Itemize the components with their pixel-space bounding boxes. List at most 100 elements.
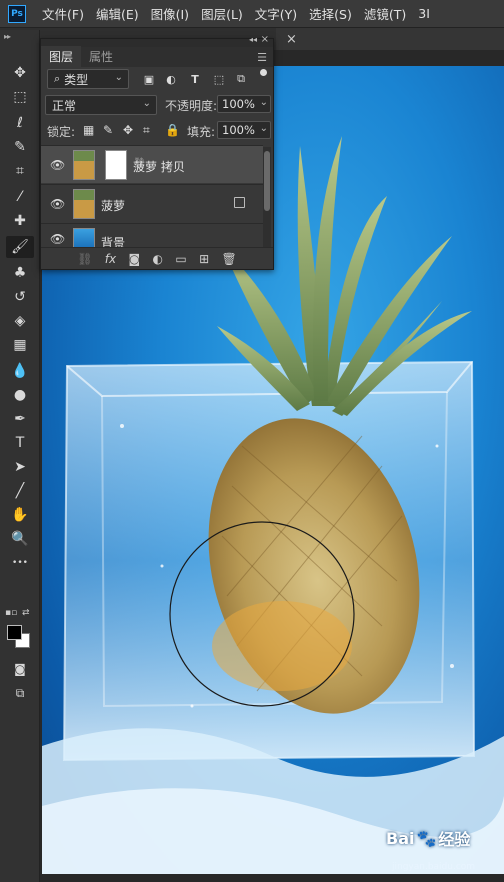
lasso-tool-icon[interactable]: ℓ (6, 112, 34, 134)
blur-tool-icon[interactable]: 💧 (6, 360, 34, 382)
menu-bar: Ps 文件(F) 编辑(E) 图像(I) 图层(L) 文字(Y) 选择(S) 滤… (0, 0, 504, 28)
chevron-down-icon: ⌄ (259, 97, 268, 108)
collapse-panel-icon[interactable]: ▸▸ (4, 32, 11, 41)
hand-tool-icon[interactable]: ✋ (6, 504, 34, 526)
paw-icon: 🐾 (416, 828, 437, 848)
tools-panel: ▸▸ ✥ ⬚ ℓ ✎ ⌗ ⁄ ✚ 🖌 ♣ ↺ ◈ ▦ 💧 ● ✒ T ➤ ╱ ✋ 🔍 ••• ▪▫ ⇄ ◙ ⧉ (0, 30, 40, 882)
move-tool-icon[interactable]: ✥ (6, 62, 34, 84)
menu-image[interactable]: 图像(I) (151, 4, 189, 23)
opacity-label: 不透明度: (165, 99, 218, 113)
panel-menu-icon[interactable]: ☰ (257, 51, 267, 64)
blend-mode-select[interactable]: 正常 ⌄ (45, 95, 157, 115)
lock-label: 锁定: (47, 125, 76, 139)
panel-tabs: 图层 属性 ☰ (41, 46, 273, 67)
chevron-down-icon: ⌄ (114, 72, 123, 83)
zoom-tool-icon[interactable]: 🔍 (6, 528, 34, 550)
watermark-brand-2: 经验 (438, 830, 471, 849)
opacity-input[interactable]: 100% ⌄ (217, 95, 271, 113)
tab-layers[interactable]: 图层 (41, 46, 82, 67)
menu-layer[interactable]: 图层(L) (201, 4, 243, 23)
pen-tool-icon[interactable]: ✒ (6, 408, 34, 430)
menu-file[interactable]: 文件(F) (42, 4, 84, 23)
group-folder-icon[interactable]: ▭ (175, 252, 186, 266)
layer-filter-value: 类型 (64, 72, 89, 87)
layer-name: 菠萝 (101, 199, 126, 213)
line-tool-icon[interactable]: ╱ (6, 480, 34, 502)
new-layer-icon[interactable]: ⊞ (199, 252, 209, 266)
more-tools-icon[interactable]: ••• (6, 552, 34, 574)
layer-name: 背景 (101, 236, 126, 247)
eraser-tool-icon[interactable]: ◈ (6, 310, 34, 332)
foreground-color-swatch[interactable] (7, 625, 22, 640)
lock-all-icon[interactable]: 🔒 (165, 123, 180, 137)
layer-style-icon[interactable]: fx (105, 252, 116, 266)
layer-mask-thumbnail[interactable] (105, 150, 127, 180)
chevron-down-icon: ⌄ (142, 98, 151, 109)
search-icon: ⌕ (54, 72, 61, 85)
lock-position-icon[interactable]: ✥ (123, 123, 133, 137)
visibility-eye-icon[interactable]: 👁 (50, 197, 65, 211)
watermark-url: jingyan.baidu.com (392, 862, 476, 872)
link-layers-icon[interactable]: ⛓ (77, 252, 92, 266)
healing-brush-tool-icon[interactable]: ✚ (6, 210, 34, 232)
layers-panel-footer: ⛓ fx ◙ ◐ ▭ ⊞ 🗑 (41, 247, 273, 269)
screen-mode-icon[interactable]: ⧉ (6, 682, 34, 704)
type-filter-icon[interactable]: T (187, 71, 203, 87)
layer-thumbnail (73, 228, 95, 247)
layer-thumbnail (73, 189, 95, 219)
quick-select-tool-icon[interactable]: ✎ (6, 136, 34, 158)
adjustment-filter-icon[interactable]: ◐ (163, 71, 179, 87)
fill-label: 填充: (187, 125, 216, 139)
close-panel-icon[interactable]: × (261, 34, 269, 45)
layer-row-pineapple-copy[interactable]: 👁 ⛓ 菠萝 拷贝 (41, 145, 263, 183)
visibility-eye-icon[interactable]: 👁 (50, 232, 65, 246)
opacity-value: 100% (222, 97, 255, 111)
menu-3d[interactable]: 3I (418, 6, 430, 21)
collapse-panel-icon[interactable]: ◂◂ (249, 35, 257, 44)
fill-input[interactable]: 100% ⌄ (217, 121, 271, 139)
close-document-icon[interactable]: × (286, 32, 297, 47)
default-colors-icon[interactable]: ▪▫ (5, 608, 17, 618)
lock-transparent-icon[interactable]: ▦ (83, 123, 94, 137)
baidu-watermark: Bai 🐾 经验 (386, 826, 470, 850)
brush-tool-icon[interactable]: 🖌 (6, 236, 34, 258)
menu-type[interactable]: 文字(Y) (255, 4, 297, 23)
menu-select[interactable]: 选择(S) (309, 4, 352, 23)
chevron-down-icon: ⌄ (259, 123, 268, 134)
history-brush-tool-icon[interactable]: ↺ (6, 286, 34, 308)
layer-row-pineapple[interactable]: 👁 菠萝 (41, 184, 263, 222)
filter-toggle[interactable] (260, 69, 267, 76)
delete-layer-icon[interactable]: 🗑 (222, 252, 237, 266)
document-tab-strip (276, 28, 504, 50)
smart-object-filter-icon[interactable]: ⧉ (233, 71, 249, 87)
lock-artboard-icon[interactable]: ⌗ (143, 123, 150, 138)
layers-panel: ◂◂ × 图层 属性 ☰ ⌕ 类型 ⌄ ▣ ◐ T ⬚ ⧉ 正常 ⌄ 不透明度:… (40, 34, 274, 270)
visibility-eye-icon[interactable]: 👁 (50, 158, 65, 172)
pixel-filter-icon[interactable]: ▣ (141, 71, 157, 87)
add-mask-icon[interactable]: ◙ (129, 252, 141, 266)
crop-tool-icon[interactable]: ⌗ (6, 160, 34, 182)
menu-edit[interactable]: 编辑(E) (96, 4, 139, 23)
swap-colors-icon[interactable]: ⇄ (22, 608, 30, 618)
gradient-tool-icon[interactable]: ▦ (6, 334, 34, 356)
dodge-tool-icon[interactable]: ● (6, 384, 34, 406)
eyedropper-tool-icon[interactable]: ⁄ (6, 186, 34, 208)
quick-mask-icon[interactable]: ◙ (6, 658, 34, 680)
layers-scroll-thumb[interactable] (264, 151, 270, 211)
layer-filter-select[interactable]: ⌕ 类型 ⌄ (47, 69, 129, 89)
layer-thumbnail (73, 150, 95, 180)
path-select-tool-icon[interactable]: ➤ (6, 456, 34, 478)
smart-object-icon (234, 197, 245, 208)
type-tool-icon[interactable]: T (6, 432, 34, 454)
menu-filter[interactable]: 滤镜(T) (364, 4, 406, 23)
adjustment-layer-icon[interactable]: ◐ (153, 252, 163, 266)
layer-name: 菠萝 拷贝 (133, 160, 185, 174)
shape-filter-icon[interactable]: ⬚ (211, 71, 227, 87)
marquee-tool-icon[interactable]: ⬚ (6, 86, 34, 108)
lock-image-icon[interactable]: ✎ (103, 123, 113, 137)
photoshop-logo: Ps (8, 4, 26, 23)
stamp-tool-icon[interactable]: ♣ (6, 262, 34, 284)
tab-properties[interactable]: 属性 (81, 46, 121, 67)
fill-value: 100% (222, 123, 255, 137)
layer-row-background[interactable]: 👁 背景 (41, 223, 263, 247)
